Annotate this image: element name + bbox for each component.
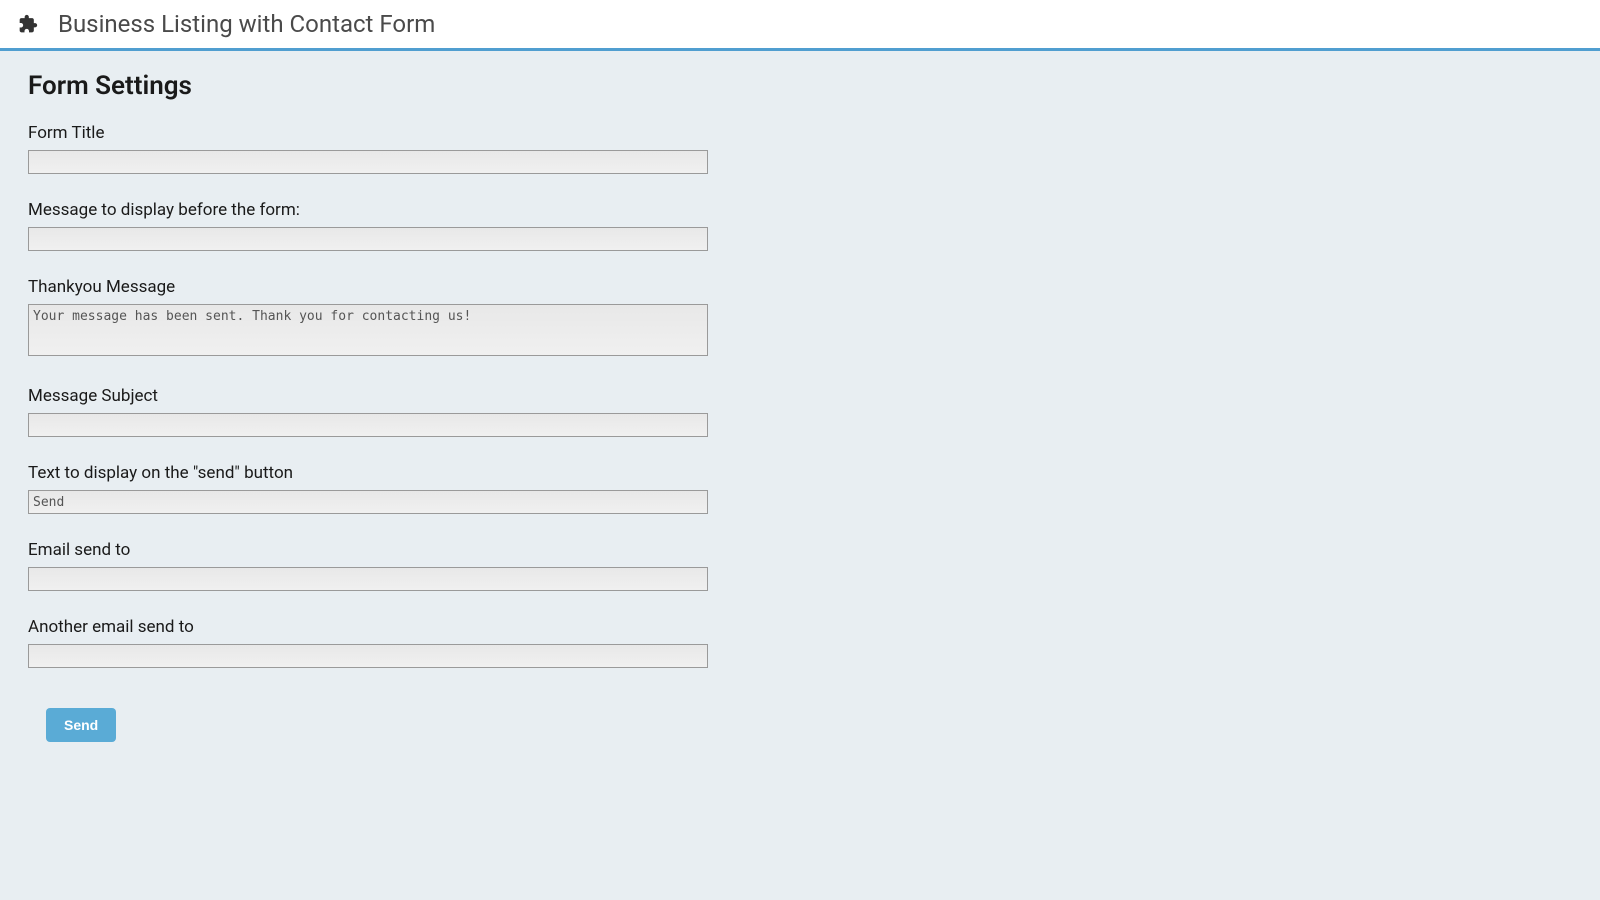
field-thankyou: Thankyou Message Your message has been s…	[28, 277, 1572, 360]
puzzle-icon	[18, 14, 38, 34]
label-send-button-text: Text to display on the "send" button	[28, 463, 1572, 483]
field-send-button-text: Text to display on the "send" button	[28, 463, 1572, 514]
input-email-send-to[interactable]	[28, 567, 708, 591]
input-another-email[interactable]	[28, 644, 708, 668]
field-message-subject: Message Subject	[28, 386, 1572, 437]
label-thankyou: Thankyou Message	[28, 277, 1572, 297]
textarea-thankyou[interactable]: Your message has been sent. Thank you fo…	[28, 304, 708, 356]
input-message-subject[interactable]	[28, 413, 708, 437]
input-message-before[interactable]	[28, 227, 708, 251]
content-area: Form Settings Form Title Message to disp…	[0, 51, 1600, 762]
input-form-title[interactable]	[28, 150, 708, 174]
send-button[interactable]: Send	[46, 708, 116, 742]
field-another-email: Another email send to	[28, 617, 1572, 668]
field-form-title: Form Title	[28, 123, 1572, 174]
field-message-before: Message to display before the form:	[28, 200, 1572, 251]
page-title: Business Listing with Contact Form	[58, 10, 435, 38]
label-message-before: Message to display before the form:	[28, 200, 1572, 220]
label-message-subject: Message Subject	[28, 386, 1572, 406]
field-email-send-to: Email send to	[28, 540, 1572, 591]
section-heading: Form Settings	[28, 71, 1572, 101]
page-header: Business Listing with Contact Form	[0, 0, 1600, 51]
input-send-button-text[interactable]	[28, 490, 708, 514]
label-email-send-to: Email send to	[28, 540, 1572, 560]
label-form-title: Form Title	[28, 123, 1572, 143]
label-another-email: Another email send to	[28, 617, 1572, 637]
